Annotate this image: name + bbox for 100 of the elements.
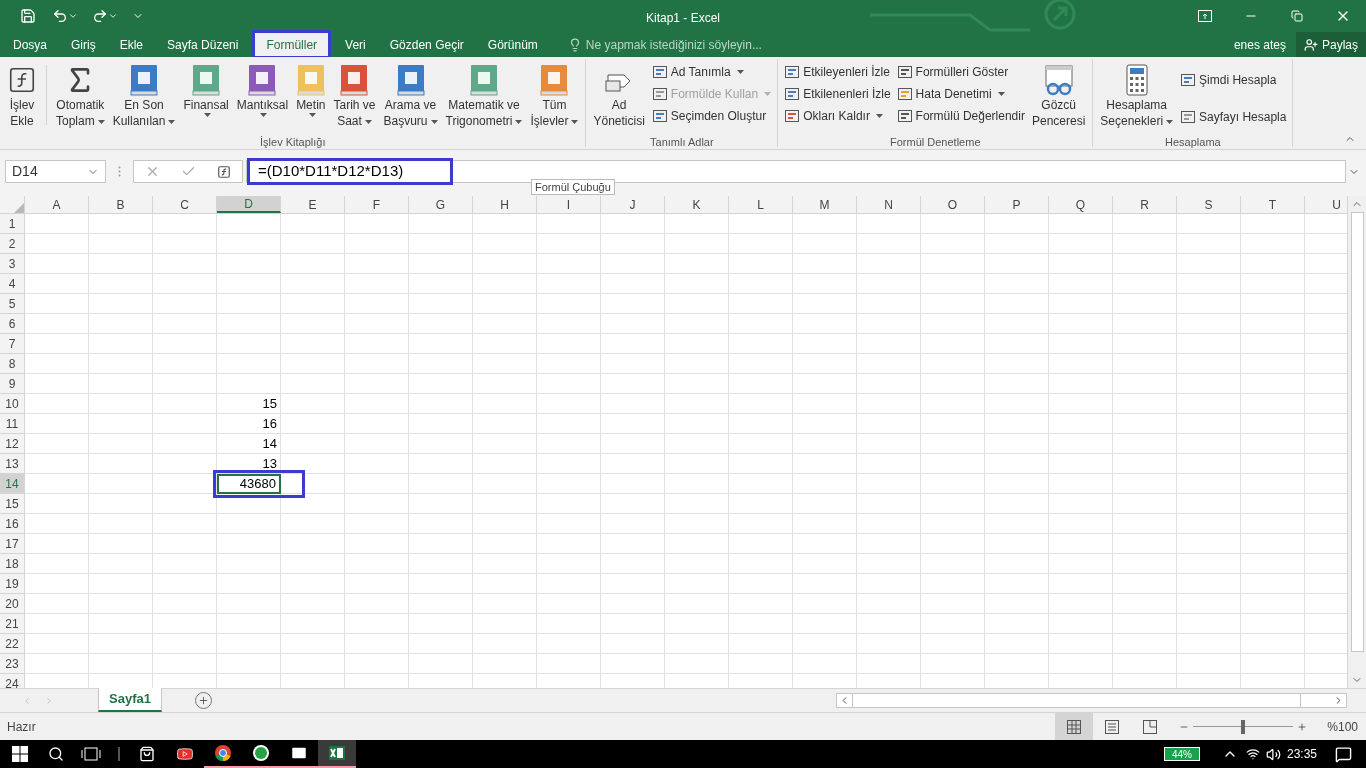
name-box[interactable]: D14 <box>5 160 106 183</box>
row-header[interactable]: 10 <box>0 394 25 414</box>
zoom-thumb[interactable] <box>1241 719 1246 734</box>
table-cell[interactable]: 43680 <box>217 474 281 494</box>
row-header[interactable]: 13 <box>0 454 25 474</box>
ribbon-button[interactable]: Formülleri Göster <box>894 61 1027 83</box>
ribbon-button[interactable]: Tüm İşlevler <box>527 59 582 135</box>
column-header[interactable]: K <box>665 196 729 213</box>
ribbon-button[interactable]: Sayfayı Hesapla <box>1178 105 1289 128</box>
row-header[interactable]: 5 <box>0 294 25 314</box>
ribbon-button[interactable]: Formülü Değerlendir <box>894 105 1027 127</box>
column-header[interactable]: G <box>409 196 473 213</box>
table-cell[interactable]: 13 <box>217 454 281 474</box>
ribbon-button[interactable]: Gözcü Penceresi <box>1028 59 1089 135</box>
column-header[interactable]: I <box>537 196 601 213</box>
formula-field[interactable]: =(D10*D11*D12*D13) <box>246 160 1346 183</box>
column-header[interactable]: N <box>857 196 921 213</box>
ribbon-tab[interactable]: Veri <box>333 32 378 57</box>
column-header[interactable]: L <box>729 196 793 213</box>
ribbon-button[interactable]: Etkilenenleri İzle <box>782 83 893 105</box>
ribbon-tab[interactable]: Dosya <box>1 32 59 57</box>
ribbon-tab[interactable]: Gözden Geçir <box>377 32 476 57</box>
column-header[interactable]: P <box>985 196 1049 213</box>
ribbon-button[interactable]: Okları Kaldır <box>782 105 893 127</box>
undo-button[interactable] <box>52 8 78 24</box>
row-header[interactable]: 24 <box>0 674 25 688</box>
ribbon-tab[interactable]: Görünüm <box>475 32 550 57</box>
column-header[interactable]: J <box>601 196 665 213</box>
redo-button[interactable] <box>92 8 118 24</box>
row-header[interactable]: 15 <box>0 494 25 514</box>
row-header[interactable]: 18 <box>0 554 25 574</box>
row-header[interactable]: 6 <box>0 314 25 334</box>
row-header[interactable]: 16 <box>0 514 25 534</box>
row-header[interactable]: 2 <box>0 234 25 254</box>
ribbon-button[interactable]: İşlev Ekle <box>4 59 40 135</box>
insert-function-button[interactable] <box>217 164 232 179</box>
column-header[interactable]: R <box>1113 196 1177 213</box>
view-button[interactable] <box>1055 713 1094 740</box>
scroll-thumb[interactable] <box>1350 212 1364 652</box>
ribbon-button[interactable]: Hata Denetimi <box>894 83 1027 105</box>
ribbon-button[interactable]: Şimdi Hesapla <box>1178 68 1289 91</box>
tell-me-field[interactable]: Ne yapmak istediğinizi söyleyin... <box>585 35 846 54</box>
table-cell[interactable]: 15 <box>217 394 281 414</box>
column-header[interactable]: S <box>1177 196 1241 213</box>
column-header[interactable]: T <box>1241 196 1305 213</box>
ribbon-button[interactable]: Metin <box>293 59 329 135</box>
row-header[interactable]: 12 <box>0 434 25 454</box>
column-header[interactable]: A <box>25 196 89 213</box>
volume-icon[interactable] <box>1265 746 1281 762</box>
column-header[interactable]: D <box>217 196 281 213</box>
horizontal-scrollbar[interactable] <box>836 693 1347 708</box>
ribbon-button[interactable]: Arama ve Başvuru <box>380 59 441 135</box>
taskbar-button[interactable] <box>318 740 356 768</box>
row-header[interactable]: 20 <box>0 594 25 614</box>
column-header[interactable]: F <box>345 196 409 213</box>
table-cell[interactable]: 16 <box>217 414 281 434</box>
table-cell[interactable]: 14 <box>217 434 281 454</box>
ribbon-button[interactable]: Mantıksal <box>233 59 292 135</box>
ribbon-tab[interactable]: Ekle <box>107 32 156 57</box>
row-header[interactable]: 7 <box>0 334 25 354</box>
column-header[interactable]: B <box>89 196 153 213</box>
ribbon-button[interactable]: Otomatik Toplam <box>53 59 108 135</box>
row-header[interactable]: 17 <box>0 534 25 554</box>
ribbon-tab[interactable]: Formüller <box>254 32 330 57</box>
share-button[interactable]: Paylaş <box>1295 32 1366 57</box>
row-header[interactable]: 14 <box>0 474 25 494</box>
row-header[interactable]: 9 <box>0 374 25 394</box>
ribbon-button[interactable]: Ad Tanımla <box>649 61 774 83</box>
row-header[interactable]: 1 <box>0 214 25 234</box>
clock[interactable]: 23:35 <box>1286 745 1317 763</box>
row-header[interactable]: 19 <box>0 574 25 594</box>
ribbon-button[interactable]: Finansal <box>180 59 232 135</box>
zoom-slider[interactable] <box>1193 719 1294 734</box>
wifi-icon[interactable] <box>1245 747 1260 761</box>
row-header[interactable]: 3 <box>0 254 25 274</box>
row-header[interactable]: 23 <box>0 654 25 674</box>
ribbon-button[interactable]: Tarih ve Saat <box>330 59 379 135</box>
row-header[interactable]: 21 <box>0 614 25 634</box>
scroll-thumb[interactable] <box>852 694 1301 707</box>
column-header[interactable]: Q <box>1049 196 1113 213</box>
column-header[interactable]: O <box>921 196 985 213</box>
zoom-in-button[interactable] <box>1297 721 1308 732</box>
save-button[interactable] <box>18 6 38 26</box>
column-header[interactable]: M <box>793 196 857 213</box>
vertical-scrollbar[interactable] <box>1347 196 1366 688</box>
ribbon-button[interactable]: Etkileyenleri İzle <box>782 61 893 83</box>
row-header[interactable]: 8 <box>0 354 25 374</box>
ribbon-tab[interactable]: Sayfa Düzeni <box>155 32 251 57</box>
zoom-level[interactable]: %100 <box>1327 717 1358 736</box>
row-header[interactable]: 11 <box>0 414 25 434</box>
ribbon-button[interactable]: Hesaplama Seçenekleri <box>1097 59 1177 135</box>
ribbon-button[interactable]: Matematik ve Trigonometri <box>442 59 526 135</box>
column-header[interactable]: E <box>281 196 345 213</box>
ribbon-tab[interactable]: Giriş <box>59 32 108 57</box>
ribbon-button[interactable]: En Son Kullanılan <box>109 59 179 135</box>
ribbon-button[interactable]: Ad Yöneticisi <box>590 59 648 135</box>
column-header[interactable]: H <box>473 196 537 213</box>
sheet-tab[interactable]: Sayfa1 <box>98 688 162 712</box>
ribbon-button[interactable]: Seçimden Oluştur <box>649 105 774 127</box>
row-header[interactable]: 22 <box>0 634 25 654</box>
